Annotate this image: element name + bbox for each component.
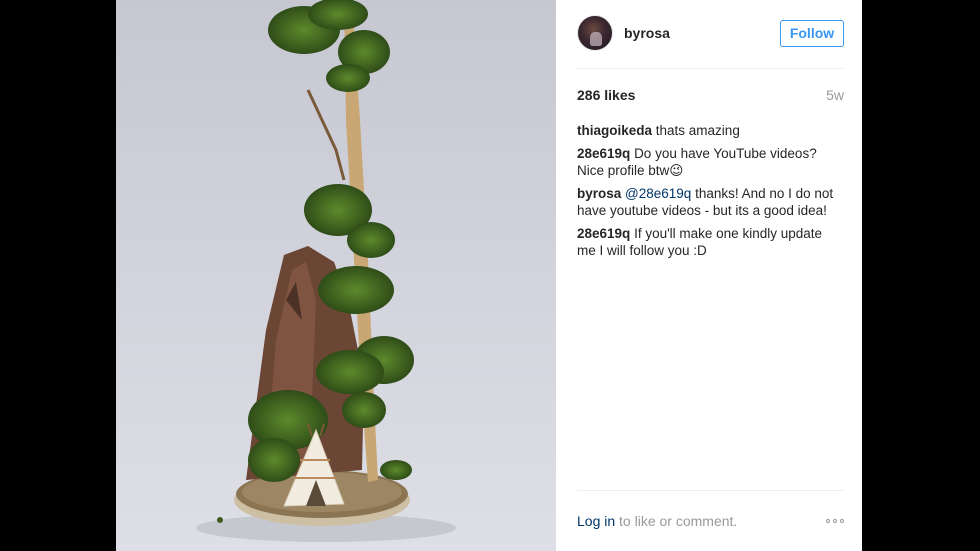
more-options-icon[interactable]	[826, 519, 844, 523]
comment-username[interactable]: byrosa	[577, 186, 621, 201]
login-prompt-text: to like or comment.	[615, 513, 738, 529]
post-sidebar: byrosa Follow 286 likes 5w thiagoikeda t…	[556, 0, 862, 551]
post-username[interactable]: byrosa	[624, 25, 670, 41]
post-photo[interactable]	[116, 0, 556, 551]
comments-list: thiagoikeda thats amazing 28e619q Do you…	[577, 122, 836, 265]
post-age[interactable]: 5w	[826, 87, 844, 103]
follow-button[interactable]: Follow	[780, 19, 844, 47]
post-modal: byrosa Follow 286 likes 5w thiagoikeda t…	[116, 0, 862, 551]
comment-item: 28e619q If you'll make one kindly update…	[577, 225, 836, 259]
comment-text: thats amazing	[655, 123, 740, 138]
comment-username[interactable]: 28e619q	[577, 226, 630, 241]
post-header: byrosa Follow	[577, 14, 844, 52]
dot	[833, 519, 837, 523]
header-divider	[577, 68, 844, 69]
likes-count[interactable]: 286 likes	[577, 87, 635, 103]
comment-mention[interactable]: @28e619q	[625, 186, 691, 201]
dot	[826, 519, 830, 523]
comment-username[interactable]: thiagoikeda	[577, 123, 652, 138]
comment-item: 28e619q Do you have YouTube videos? Nice…	[577, 145, 836, 179]
comment-item: byrosa @28e619q thanks! And no I do not …	[577, 185, 836, 219]
footer-divider	[577, 490, 844, 491]
comment-item: thiagoikeda thats amazing	[577, 122, 836, 139]
miniature-tree-diorama-image	[196, 0, 456, 542]
post-footer: Log in to like or comment.	[577, 513, 844, 529]
avatar[interactable]	[577, 15, 613, 51]
likes-row: 286 likes 5w	[577, 87, 844, 103]
login-link[interactable]: Log in	[577, 513, 615, 529]
dot	[840, 519, 844, 523]
comment-username[interactable]: 28e619q	[577, 146, 630, 161]
